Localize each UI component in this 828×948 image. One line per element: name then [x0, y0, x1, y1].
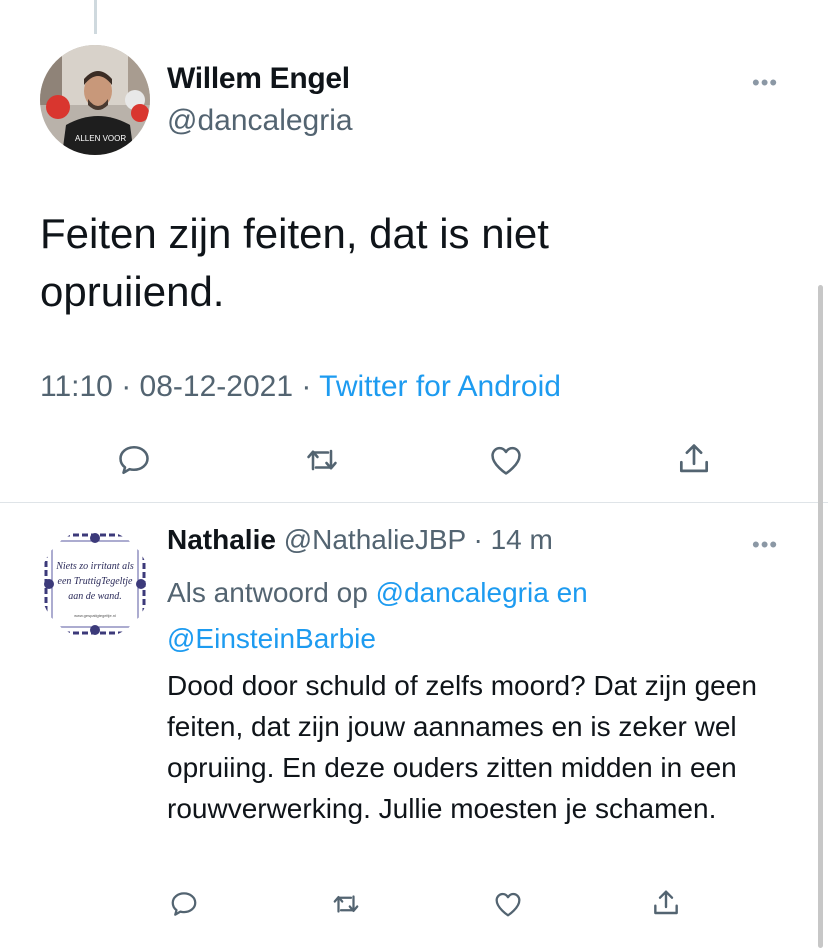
- like-button[interactable]: [488, 886, 528, 922]
- replying-to: Als antwoord op @dancalegria en @Einstei…: [167, 570, 787, 662]
- tweet-text: Feiten zijn feiten, dat is niet opruiien…: [40, 210, 549, 315]
- share-button[interactable]: [646, 884, 686, 922]
- heart-icon: [495, 892, 521, 917]
- tweet-date[interactable]: 08-12-2021: [140, 370, 293, 403]
- retweet-icon: [333, 895, 359, 913]
- more-icon[interactable]: •••: [752, 70, 778, 96]
- tweet-metadata: 11:10 · 08-12-2021 · Twitter for Android: [40, 370, 561, 404]
- scrollbar[interactable]: [818, 285, 823, 948]
- retweet-button[interactable]: [298, 440, 346, 480]
- reply-button[interactable]: [110, 440, 158, 480]
- reply-button[interactable]: [164, 886, 204, 922]
- like-button[interactable]: [482, 440, 530, 480]
- meta-separator: ·: [301, 370, 312, 403]
- reply-author-name[interactable]: Nathalie: [167, 524, 276, 555]
- header-separator: ·: [473, 524, 483, 555]
- reply-author-handle[interactable]: @NathalieJBP: [284, 524, 466, 555]
- tile-text-line-3: aan de wand.: [68, 591, 122, 602]
- reply-author-avatar[interactable]: Niets zo irritant als een TruttigTegeltj…: [40, 529, 150, 639]
- author-avatar[interactable]: ALLEN VOOR: [40, 45, 150, 155]
- reply-header: Nathalie @NathalieJBP · 14 m: [167, 524, 553, 556]
- reply-text: Dood door schuld of zelfs moord? Dat zij…: [167, 670, 757, 824]
- author-avatar-image: ALLEN VOOR: [40, 45, 150, 155]
- more-icon[interactable]: •••: [752, 532, 778, 558]
- retweet-button[interactable]: [326, 886, 366, 922]
- retweet-icon: [307, 449, 337, 471]
- reply-avatar-image: Niets zo irritant als een TruttigTegeltj…: [40, 529, 150, 639]
- author-handle[interactable]: @dancalegria: [167, 104, 353, 138]
- meta-separator: ·: [121, 370, 132, 403]
- reply-icon: [171, 892, 197, 916]
- avatar-shirt-text: ALLEN VOOR: [75, 134, 126, 143]
- tweet-divider: [0, 502, 828, 503]
- tweet-time[interactable]: 11:10: [40, 370, 113, 403]
- replying-prefix: Als antwoord op: [167, 577, 368, 608]
- mention-link[interactable]: @dancalegria: [376, 577, 549, 608]
- mention-conjunction[interactable]: en: [557, 577, 588, 608]
- reply-icon: [119, 445, 149, 475]
- tile-text-line-2: een TruttigTegeltje: [58, 576, 133, 587]
- share-icon: [679, 444, 709, 473]
- reply-time[interactable]: 14 m: [491, 524, 553, 555]
- tile-footer: www.gespatigtegeltje.nl: [74, 613, 116, 618]
- share-button[interactable]: [670, 438, 718, 480]
- tweet-source-link[interactable]: Twitter for Android: [319, 370, 561, 403]
- mention-link[interactable]: @EinsteinBarbie: [167, 623, 376, 654]
- share-icon: [654, 890, 678, 915]
- heart-icon: [491, 446, 521, 475]
- tile-text-line-1: Niets zo irritant als: [55, 561, 134, 572]
- author-name[interactable]: Willem Engel: [167, 62, 350, 96]
- thread-connector-line: [94, 0, 97, 34]
